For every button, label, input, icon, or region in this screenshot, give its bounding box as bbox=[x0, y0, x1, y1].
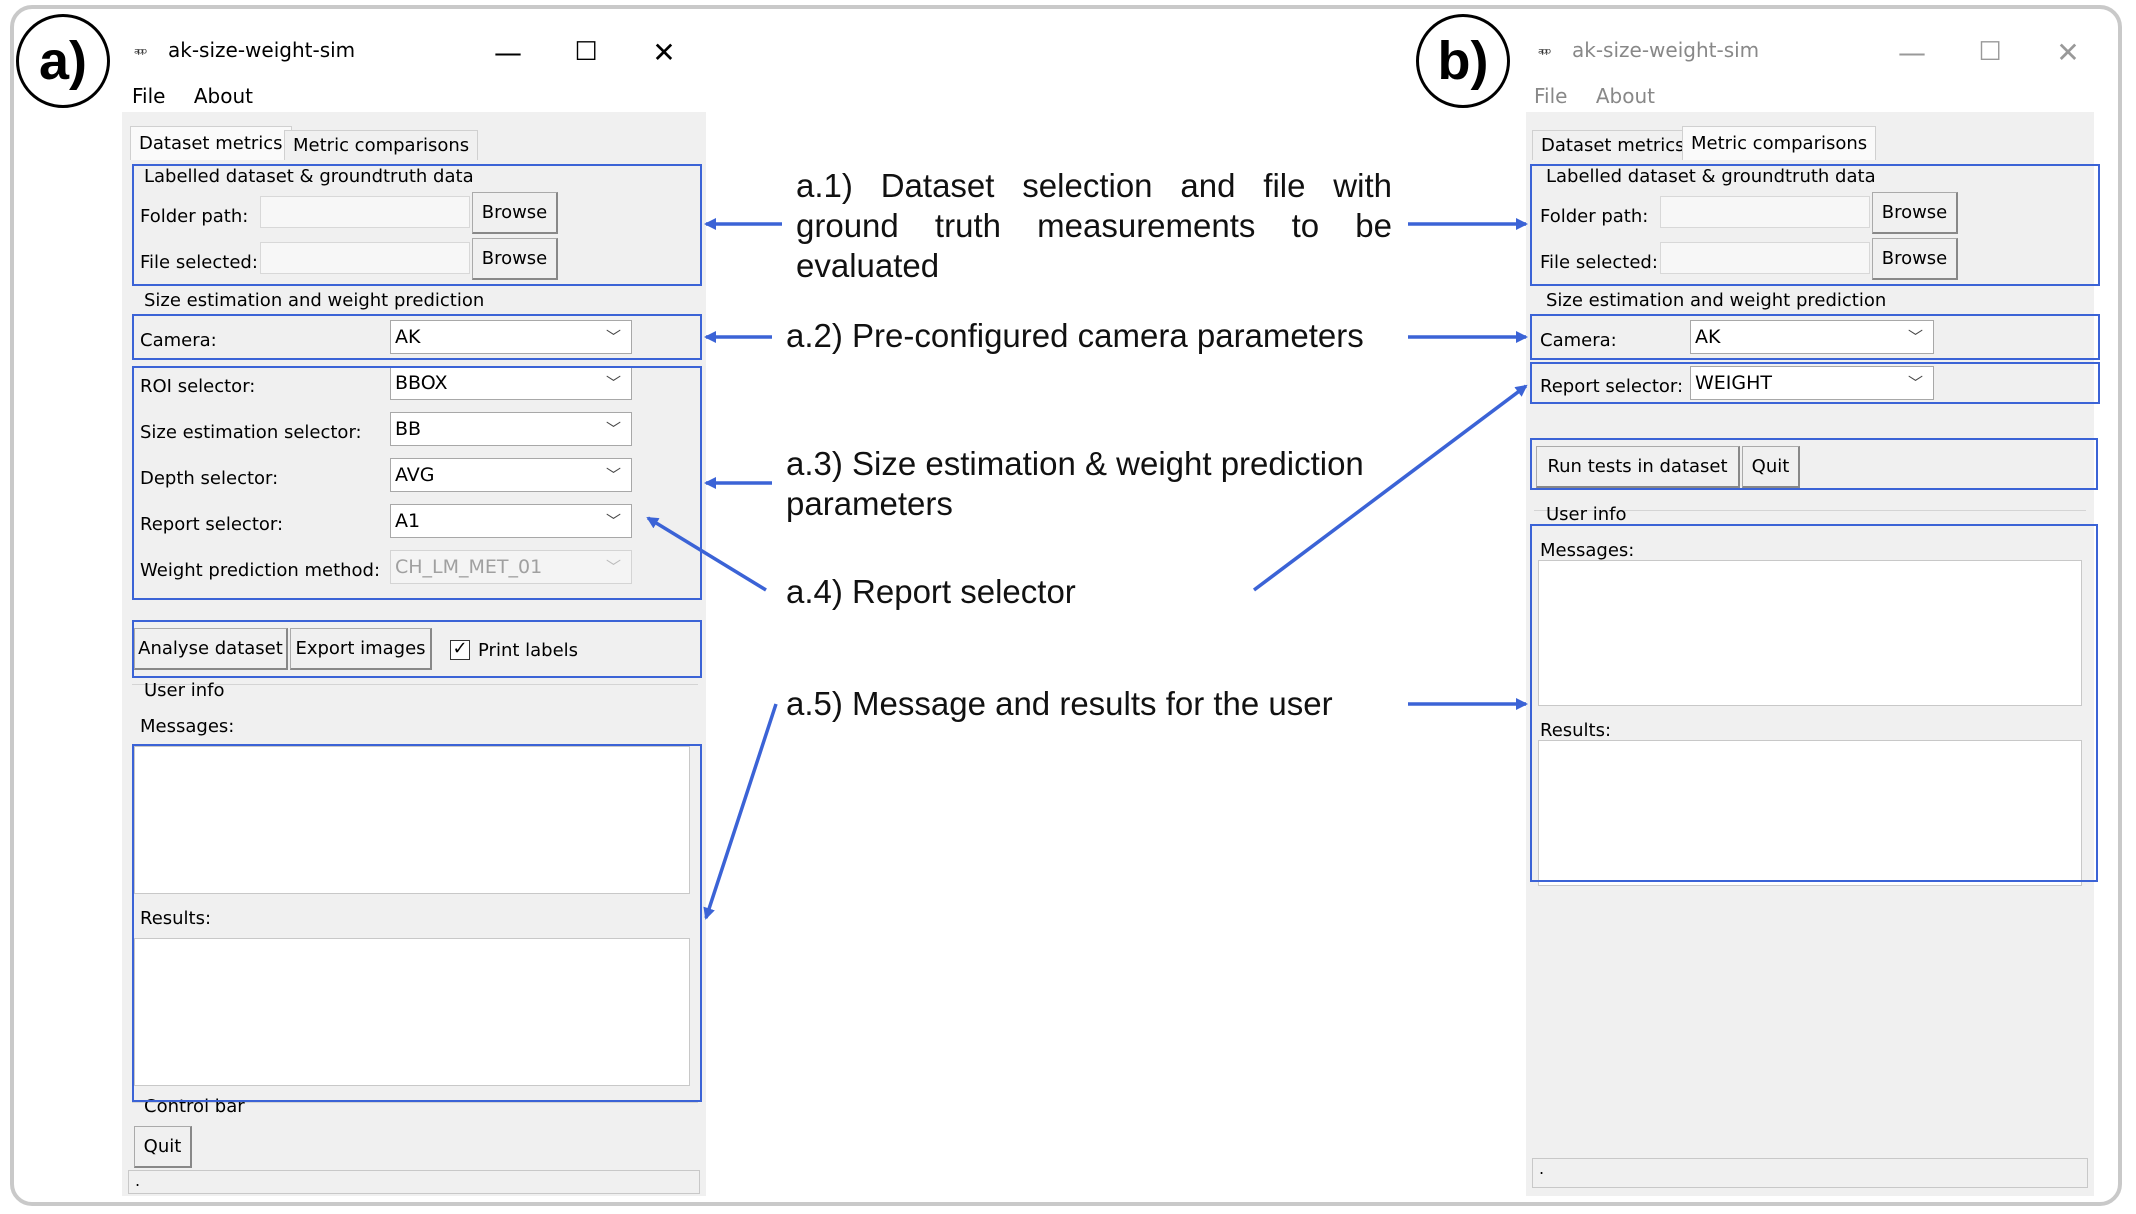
arrow-a4-left bbox=[646, 516, 767, 592]
arrow-a5-left bbox=[703, 703, 778, 920]
annotation-arrows bbox=[646, 218, 1528, 920]
arrow-a4-right bbox=[1252, 384, 1528, 592]
